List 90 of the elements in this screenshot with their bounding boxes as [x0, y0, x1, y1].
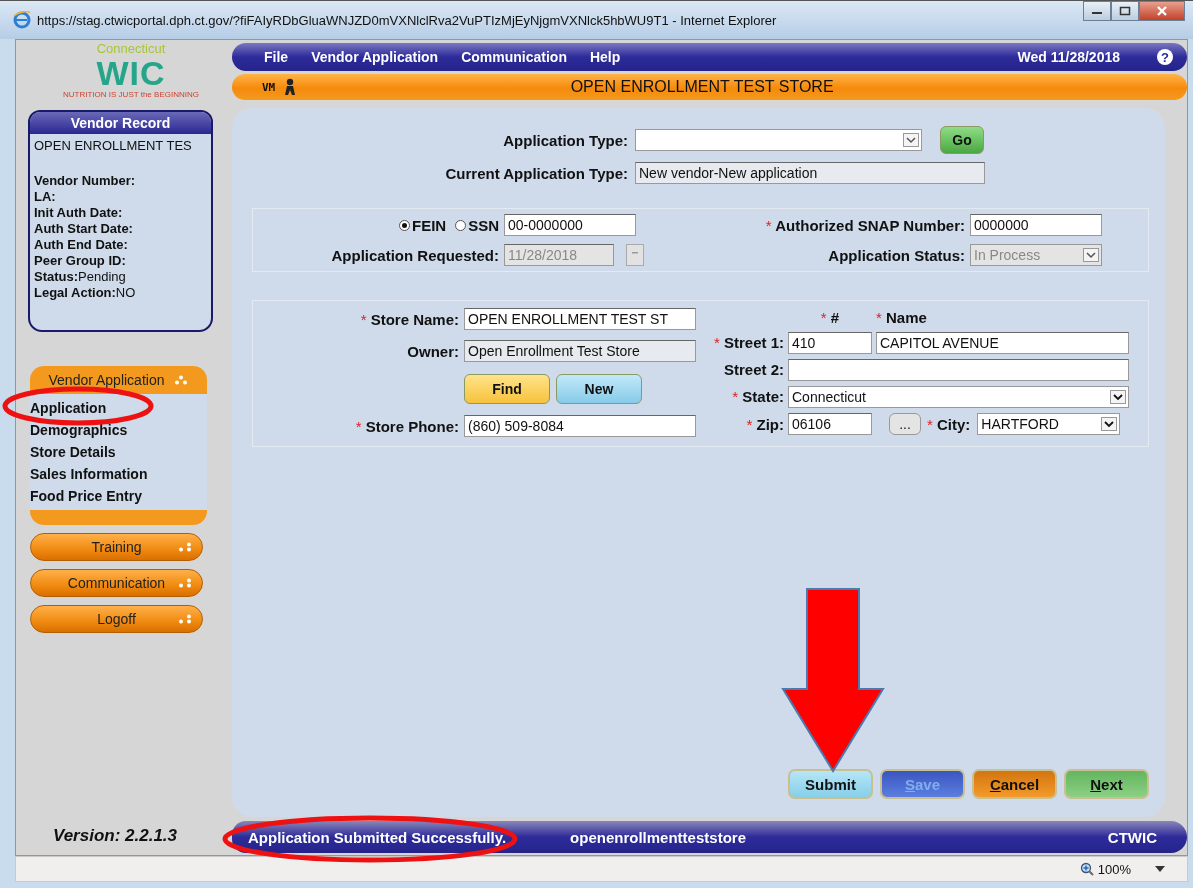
window-title: https://stag.ctwicportal.dph.ct.gov/?fiFAIyRDbGluaWNJZD0mVXNlclRva2VuPTIzMjEyNjgmVXNlck5hbWU9T1 - Internet Explorer: [37, 12, 777, 28]
dots-icon: [174, 375, 189, 385]
nav-item[interactable]: Sales Information: [30, 463, 207, 485]
nav-section-header[interactable]: Vendor Application: [30, 366, 207, 394]
field-label: * Authorized SNAP Number:: [765, 216, 965, 234]
radio-label: SSN: [468, 216, 499, 234]
lookup-button[interactable]: Find: [464, 374, 550, 404]
menu-button[interactable]: Training: [30, 533, 203, 561]
cancel-button[interactable]: Cancel: [972, 769, 1057, 799]
id-number-field[interactable]: 00-0000000: [504, 214, 636, 236]
user-name: openenrollmentteststore: [570, 828, 746, 846]
street-name-field[interactable]: CAPITOL AVENUE: [876, 331, 1129, 354]
record-field: Peer Group ID:: [34, 253, 207, 269]
version-label: Version: 2.2.1.3: [51, 825, 179, 847]
field-label: * State:: [732, 388, 785, 405]
person-icon: [283, 78, 298, 96]
date-label: Wed 11/28/2018: [1017, 49, 1120, 65]
zip-field[interactable]: 06106: [788, 413, 872, 435]
radio-button[interactable]: [455, 219, 467, 231]
menu-item[interactable]: File: [264, 49, 289, 65]
lookup-button[interactable]: ...: [889, 413, 921, 435]
submit-button[interactable]: Submit: [788, 769, 873, 799]
caret-icon: [1110, 389, 1126, 404]
record-field: Init Auth Date:: [34, 205, 207, 221]
field-label: Street 2:: [723, 361, 785, 378]
lookup-button[interactable]: New: [556, 374, 642, 404]
logo: Connecticut WIC NUTRITION IS JUST the BEGINNING: [62, 42, 200, 101]
radio-button[interactable]: [399, 219, 410, 231]
field-label: Application Type:: [503, 131, 628, 149]
store-title: OPEN ENROLLMENT TEST STORE: [569, 78, 835, 96]
maximize-button[interactable]: [1111, 1, 1139, 21]
street-number-field[interactable]: 410: [788, 331, 872, 354]
vendor-name: OPEN ENROLLMENT TES: [34, 138, 193, 153]
city-dropdown[interactable]: HARTFORD: [977, 413, 1121, 435]
menu-item[interactable]: Vendor Application: [311, 49, 439, 65]
record-field: Status:Pending: [34, 269, 207, 285]
field-label: * Store Phone:: [355, 417, 459, 435]
application-type-dropdown[interactable]: [635, 129, 922, 151]
role-code: VM: [262, 80, 276, 94]
caret-icon: [1083, 248, 1099, 262]
field-label: * Store Name:: [360, 310, 459, 328]
menu-item[interactable]: Communication: [461, 49, 567, 65]
close-icon: [1156, 6, 1168, 16]
street-2-field[interactable]: [788, 358, 1129, 381]
caret-icon: [1101, 417, 1118, 431]
state-dropdown[interactable]: Connecticut: [788, 385, 1129, 408]
snap-number-field[interactable]: 0000000: [970, 214, 1102, 236]
field-label: Owner:: [407, 342, 459, 360]
radio-label: FEIN: [412, 216, 447, 234]
menu-button[interactable]: Logoff: [30, 605, 203, 633]
nav-item[interactable]: Store Details: [30, 441, 207, 463]
next-button[interactable]: Next: [1064, 769, 1149, 799]
field-label: Application Status:: [828, 246, 965, 264]
help-button[interactable]: ?: [1157, 49, 1173, 65]
field-label: * City:: [927, 415, 972, 433]
field-label: * Zip:: [746, 415, 785, 433]
nav-item[interactable]: Demographics: [30, 419, 207, 441]
dots-icon: [178, 542, 192, 552]
dots-icon: [178, 614, 192, 624]
field-label: Current Application Type:: [445, 164, 628, 182]
record-field: Legal Action:NO: [34, 285, 207, 301]
record-field: Vendor Number:: [34, 173, 207, 189]
caret-icon: [903, 133, 919, 147]
record-field: LA:: [34, 189, 207, 205]
menu-item[interactable]: Help: [589, 49, 621, 65]
nav-item[interactable]: Application: [30, 397, 207, 419]
menu-button[interactable]: Communication: [30, 569, 203, 597]
app-name: CTWIC: [1107, 828, 1157, 846]
field-label: Application Requested:: [331, 246, 499, 264]
current-type-field: New vendor-New application: [635, 162, 985, 184]
owner-field: Open Enrollment Test Store: [464, 340, 696, 362]
zoom-level[interactable]: 100%: [1097, 861, 1131, 877]
status-message: Application Submitted Successfully.: [248, 828, 507, 846]
dots-icon: [178, 578, 192, 588]
maximize-icon: [1119, 6, 1131, 16]
nav-item[interactable]: Food Price Entry: [30, 485, 207, 507]
caret-icon[interactable]: [1155, 866, 1165, 872]
column-header: * #: [820, 308, 840, 326]
record-field: Auth Start Date:: [34, 221, 207, 237]
go-button[interactable]: Go: [940, 126, 984, 154]
store-name-field[interactable]: OPEN ENROLLMENT TEST ST: [464, 308, 696, 330]
panel-header: Vendor Record: [30, 112, 211, 134]
phone-field[interactable]: (860) 509-8084: [464, 415, 696, 437]
browser-logo-icon: [13, 11, 31, 29]
record-field: Auth End Date:: [34, 237, 207, 253]
close-button[interactable]: [1139, 1, 1185, 21]
zoom-icon[interactable]: [1079, 862, 1094, 876]
field-label: * Street 1:: [713, 334, 785, 351]
minimize-button[interactable]: [1083, 1, 1111, 21]
column-header: * Name: [876, 308, 928, 326]
